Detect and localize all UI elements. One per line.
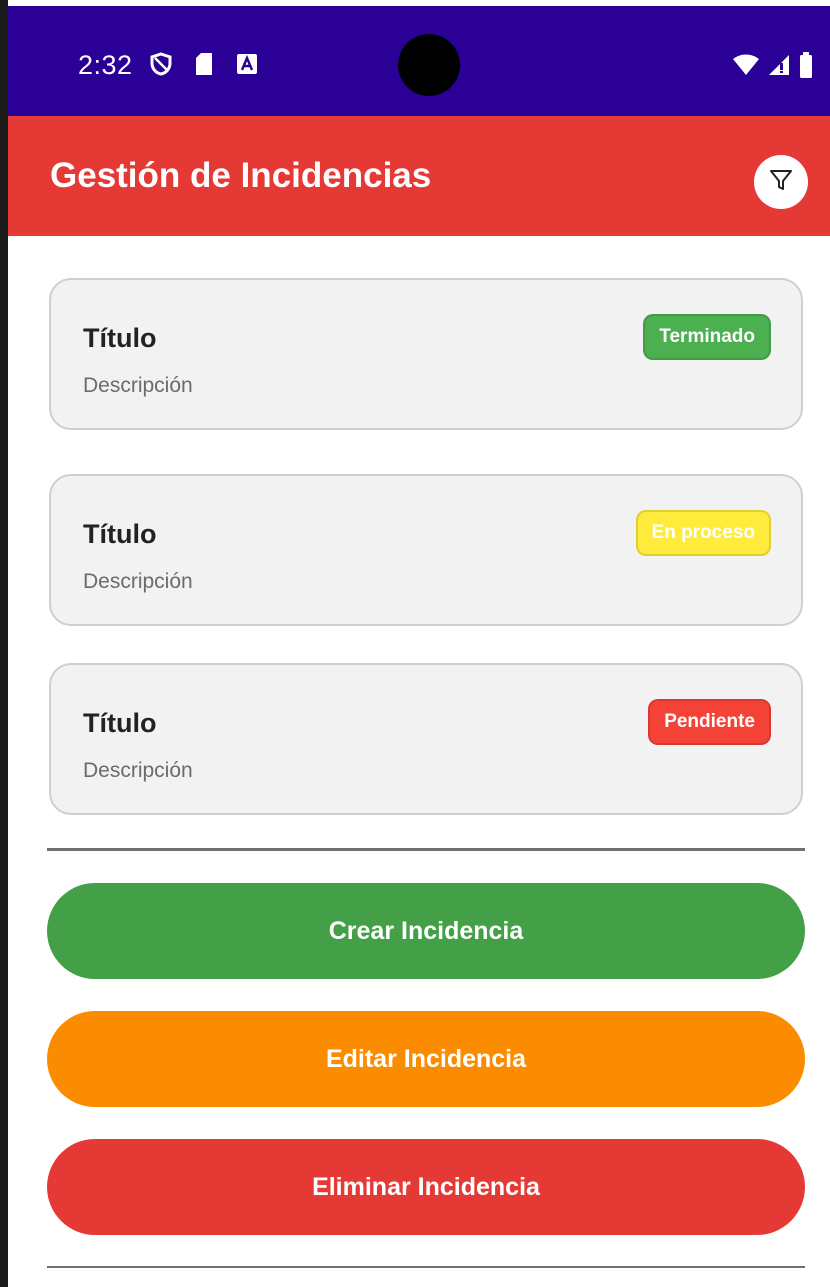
incident-title: Título: [83, 519, 157, 549]
create-incident-button[interactable]: Crear Incidencia: [47, 883, 805, 979]
app-bar: Gestión de Incidencias: [8, 116, 830, 236]
incident-title: Título: [83, 708, 157, 738]
device-frame-edge: [0, 0, 8, 1287]
delete-incident-button[interactable]: Eliminar Incidencia: [47, 1139, 805, 1235]
list-divider: [47, 848, 805, 851]
a-notification-icon: [236, 53, 258, 80]
filter-funnel-icon: [768, 167, 794, 198]
filter-button[interactable]: [754, 155, 808, 209]
status-badge: En proceso: [635, 510, 771, 556]
sd-card-icon: [194, 52, 214, 81]
vpn-shield-icon: [150, 52, 172, 81]
status-icons-right: [732, 52, 814, 83]
incident-description: Descripción: [83, 759, 193, 782]
status-badge: Terminado: [643, 314, 771, 360]
status-badge: Pendiente: [648, 699, 771, 745]
incident-description: Descripción: [83, 570, 193, 593]
status-icons-left: [150, 52, 258, 81]
status-bar: 2:32: [8, 6, 830, 116]
edit-incident-button[interactable]: Editar Incidencia: [47, 1011, 805, 1107]
incident-card[interactable]: Título Descripción Pendiente: [49, 663, 803, 815]
incident-description: Descripción: [83, 374, 193, 397]
incident-card[interactable]: Título Descripción Terminado: [49, 278, 803, 430]
signal-icon: [768, 54, 790, 81]
status-time: 2:32: [78, 50, 133, 80]
bottom-divider: [47, 1266, 805, 1268]
battery-icon: [798, 52, 814, 83]
incident-title: Título: [83, 323, 157, 353]
wifi-icon: [732, 54, 760, 81]
incident-card[interactable]: Título Descripción En proceso: [49, 474, 803, 626]
camera-cutout: [398, 34, 460, 96]
page-title: Gestión de Incidencias: [50, 156, 432, 195]
